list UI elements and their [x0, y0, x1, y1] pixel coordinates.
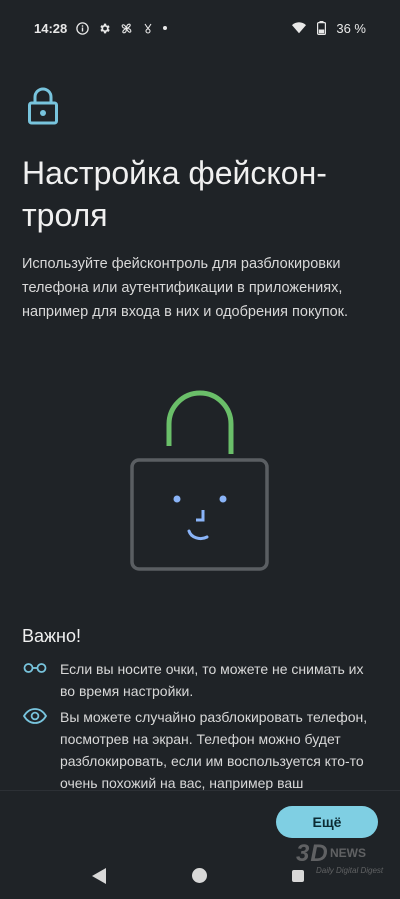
tip-eye-text: Вы можете случайно разблокировать телефо… [60, 709, 368, 791]
lock-icon [26, 86, 60, 126]
battery-percent: 36 % [336, 20, 366, 36]
glasses-icon [22, 658, 48, 680]
face-left-eye [173, 495, 181, 503]
lock-shackle [166, 390, 234, 454]
watermark-logo: 3D NEWS Daily Digital Digest [290, 840, 390, 886]
tip-glasses-text: Если вы носите очки, то можете не снимат… [60, 661, 364, 699]
vpn-icon [141, 21, 155, 35]
battery-icon [314, 21, 328, 35]
lock-frame [130, 458, 269, 571]
tip-glasses: Если вы носите очки, то можете не снимат… [22, 658, 382, 702]
eye-icon [22, 706, 48, 728]
tip-eye: Вы можете случайно разблокировать телефо… [22, 706, 382, 794]
face-unlock-illustration [125, 388, 275, 574]
important-heading: Важно! [22, 626, 82, 646]
more-button[interactable]: Ещё [276, 806, 378, 838]
notification-dot [163, 26, 168, 30]
info-icon [75, 21, 89, 35]
watermark-main: 3D [296, 840, 329, 867]
gear-icon [97, 21, 111, 35]
face-mouth [187, 529, 209, 540]
status-left: 14:28 [34, 20, 168, 36]
home-icon[interactable] [192, 868, 207, 883]
page-title: Настройка фейскон- троля [22, 152, 382, 236]
status-right: 36 % [292, 21, 366, 36]
wifi-icon [292, 21, 307, 35]
fan-icon [119, 21, 133, 35]
page-title-text: Настройка фейскон- троля [22, 155, 327, 233]
watermark-tag: Daily Digital Digest [316, 866, 384, 875]
back-icon[interactable] [92, 868, 106, 889]
page-description: Используйте фейсконтроль для разблокиров… [22, 256, 349, 320]
status-bar: 14:28 36 % [0, 0, 400, 56]
watermark-sub: NEWS [330, 846, 366, 860]
status-time: 14:28 [34, 20, 68, 36]
face-nose [196, 510, 205, 522]
face-right-eye [219, 495, 227, 503]
